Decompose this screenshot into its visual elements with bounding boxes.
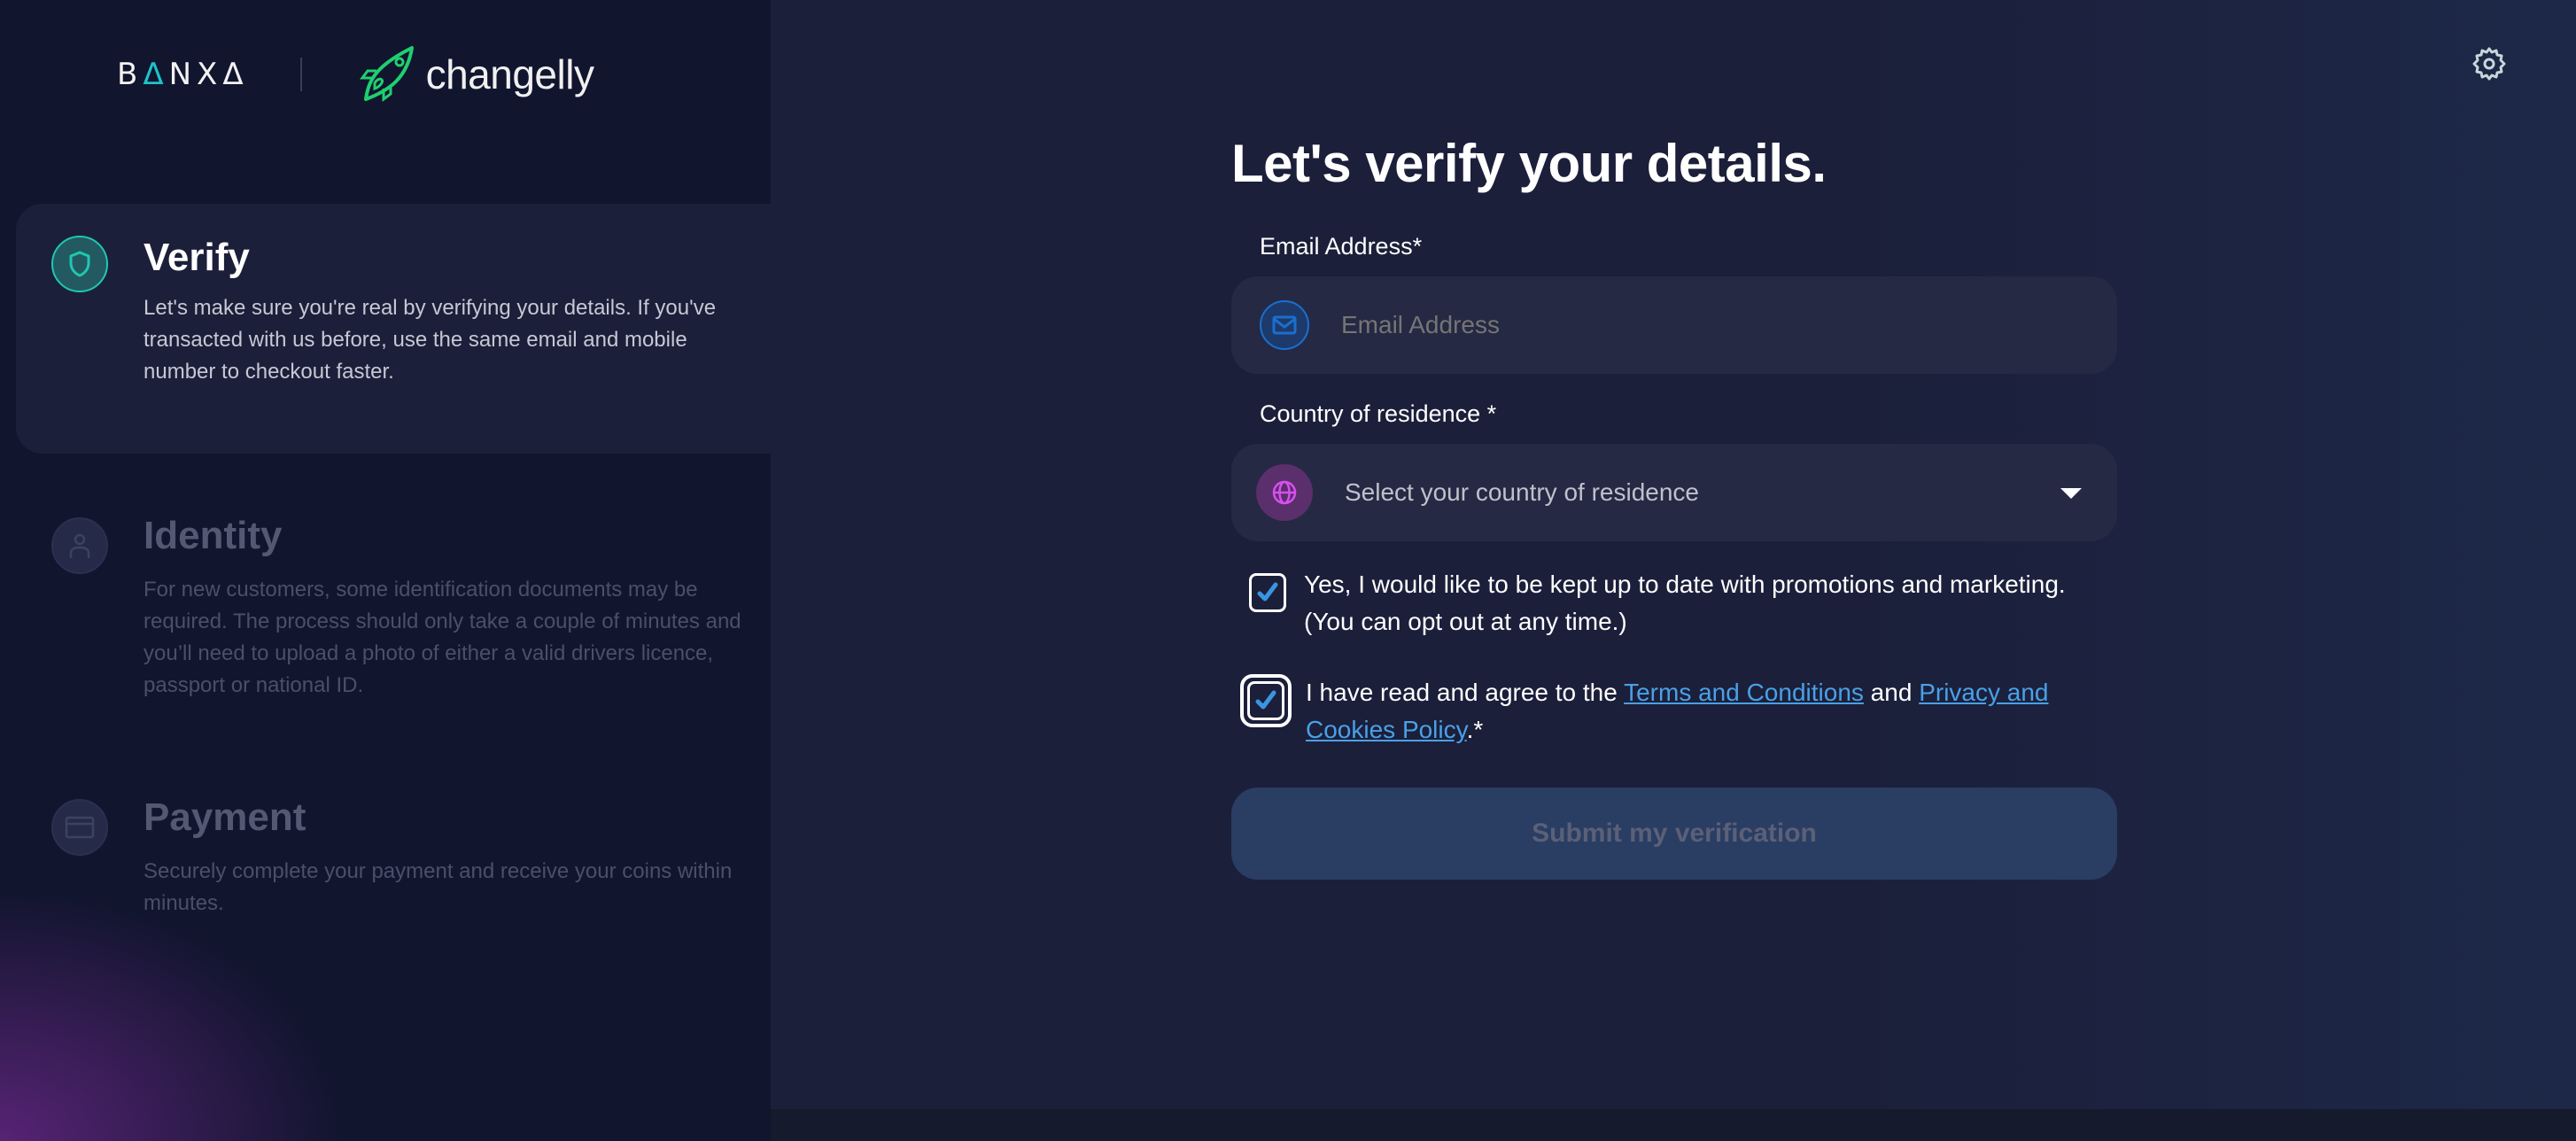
step-verify[interactable]: Verify Let's make sure you're real by ve… — [16, 204, 771, 454]
step-title: Verify — [144, 236, 250, 279]
marketing-consent-row: Yes, I would like to be kept up to date … — [1231, 566, 2117, 640]
country-select-placeholder: Select your country of residence — [1345, 478, 1699, 506]
terms-consent-row: I have read and agree to the Terms and C… — [1231, 674, 2117, 749]
banxa-logo: B Δ N X Δ — [117, 57, 249, 92]
credit-card-icon — [51, 799, 108, 856]
verify-form: Let's verify your details. Email Address… — [1231, 133, 2117, 880]
sidebar: B Δ N X Δ changelly Verify Let's make su… — [0, 0, 771, 1141]
submit-verification-button[interactable]: Submit my verification — [1231, 788, 2117, 880]
step-description: For new customers, some identification d… — [144, 578, 741, 697]
email-field-box[interactable] — [1231, 276, 2117, 374]
marketing-consent-label: Yes, I would like to be kept up to date … — [1304, 570, 2066, 635]
checkmark-icon — [1255, 690, 1276, 710]
terms-consent-label: I have read and agree to the Terms and C… — [1306, 679, 2049, 743]
user-icon — [51, 517, 108, 574]
step-title: Identity — [144, 514, 283, 557]
step-description: Let's make sure you're real by verifying… — [144, 296, 717, 384]
country-select[interactable]: Select your country of residence — [1231, 444, 2117, 541]
envelope-icon — [1260, 300, 1309, 350]
shield-icon — [51, 236, 108, 292]
brand-logos: B Δ N X Δ changelly — [117, 43, 594, 106]
chevron-down-icon[interactable] — [2060, 488, 2082, 499]
settings-button[interactable] — [2470, 44, 2509, 83]
changelly-logo: changelly — [355, 44, 594, 105]
checkbox-focus-ring — [1240, 674, 1292, 727]
email-label: Email Address* — [1260, 233, 1423, 260]
email-input[interactable] — [1341, 311, 2050, 339]
rocket-icon — [359, 46, 414, 102]
step-payment[interactable]: Payment Securely complete your payment a… — [16, 787, 771, 928]
terms-and-conditions-link[interactable]: Terms and Conditions — [1624, 679, 1864, 706]
globe-icon — [1256, 464, 1313, 521]
bottom-bar — [771, 1109, 2576, 1141]
logo-divider — [299, 58, 302, 91]
country-label: Country of residence * — [1260, 400, 1497, 427]
step-description: Securely complete your payment and recei… — [144, 859, 733, 915]
terms-checkbox[interactable] — [1247, 681, 1284, 720]
checkmark-icon — [1257, 582, 1278, 602]
step-identity[interactable]: Identity For new customers, some identif… — [16, 505, 771, 735]
gear-icon — [2472, 47, 2506, 81]
step-title: Payment — [144, 796, 306, 839]
marketing-checkbox[interactable] — [1249, 573, 1286, 612]
page-title: Let's verify your details. — [1231, 134, 1827, 193]
